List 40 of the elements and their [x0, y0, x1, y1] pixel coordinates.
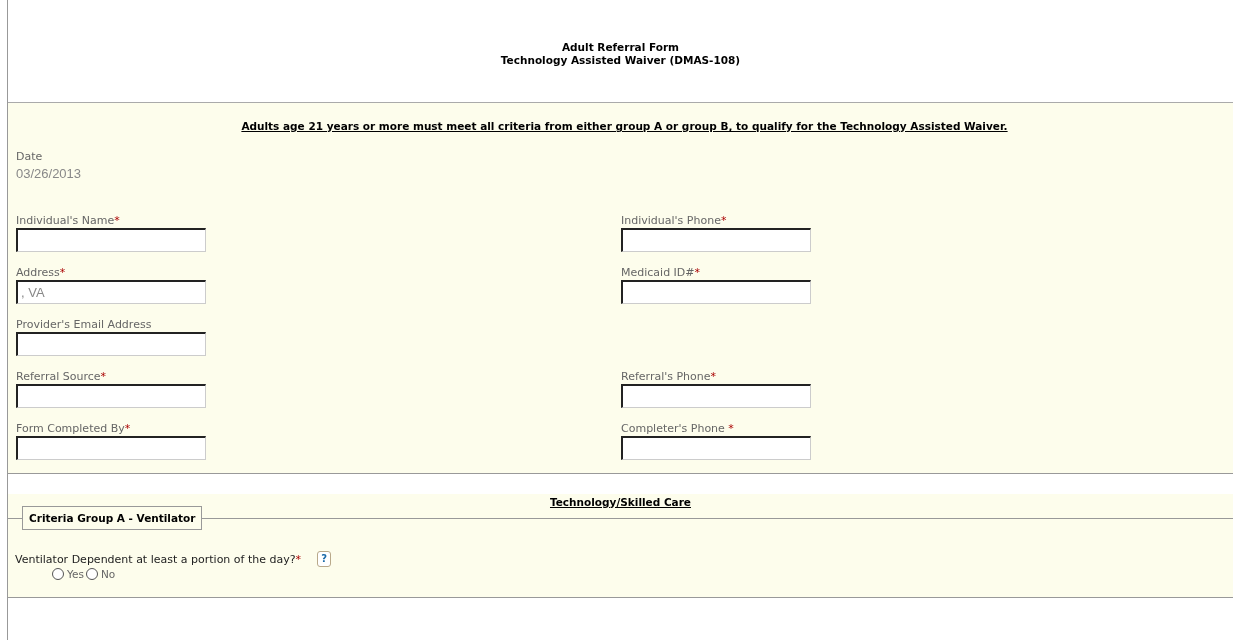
input-field[interactable]	[16, 332, 206, 356]
input-field[interactable]	[16, 384, 206, 408]
required-mark: *	[694, 266, 701, 279]
required-mark: *	[295, 552, 302, 566]
radio-button[interactable]	[52, 568, 64, 580]
date-label: Date	[16, 150, 44, 163]
option-label: Yes	[67, 568, 84, 580]
field-label: Medicaid ID#*	[621, 266, 702, 279]
question-label: Ventilator Dependent at least a portion of the day?*	[15, 552, 302, 566]
input-field[interactable]	[16, 228, 206, 252]
required-mark: *	[114, 214, 120, 227]
required-mark: *	[728, 422, 734, 435]
field-label: Form Completed By*	[16, 422, 132, 435]
input-field[interactable]	[621, 384, 811, 408]
input-field[interactable]: , VA	[16, 280, 206, 304]
required-mark: *	[710, 370, 717, 383]
option-label: No	[100, 568, 116, 580]
field-label: Referral Source*	[16, 370, 107, 383]
field-label: Individual's Phone*	[621, 214, 728, 227]
criteria-notice: Adults age 21 years or more must meet all criteria from either group A or group B, to qualify for the Technology Assisted Waiver.	[240, 120, 1009, 132]
input-field[interactable]	[621, 280, 811, 304]
input-field[interactable]	[621, 436, 811, 460]
required-mark: *	[720, 214, 727, 227]
section-title: Technology/Skilled Care	[549, 495, 692, 510]
field-label: Individual's Name*	[16, 214, 121, 227]
radio-button[interactable]	[85, 568, 98, 580]
field-label: Referral's Phone*	[621, 370, 718, 383]
field-label: Address*	[16, 266, 67, 279]
required-mark: *	[124, 422, 131, 435]
input-field[interactable]	[621, 228, 811, 252]
required-mark: *	[100, 370, 106, 383]
group-legend: Criteria Group A - Ventilator	[22, 506, 203, 530]
required-mark: *	[59, 266, 66, 279]
form-title: Adult Referral Form	[561, 41, 680, 54]
help-button[interactable]: ?	[317, 551, 332, 567]
date-value: 03/26/2013	[16, 166, 83, 181]
form-title: Technology Assisted Waiver (DMAS-108)	[500, 54, 741, 67]
field-label: Provider's Email Address	[16, 318, 153, 331]
field-label: Completer's Phone *	[621, 422, 735, 435]
input-field[interactable]	[16, 436, 206, 460]
